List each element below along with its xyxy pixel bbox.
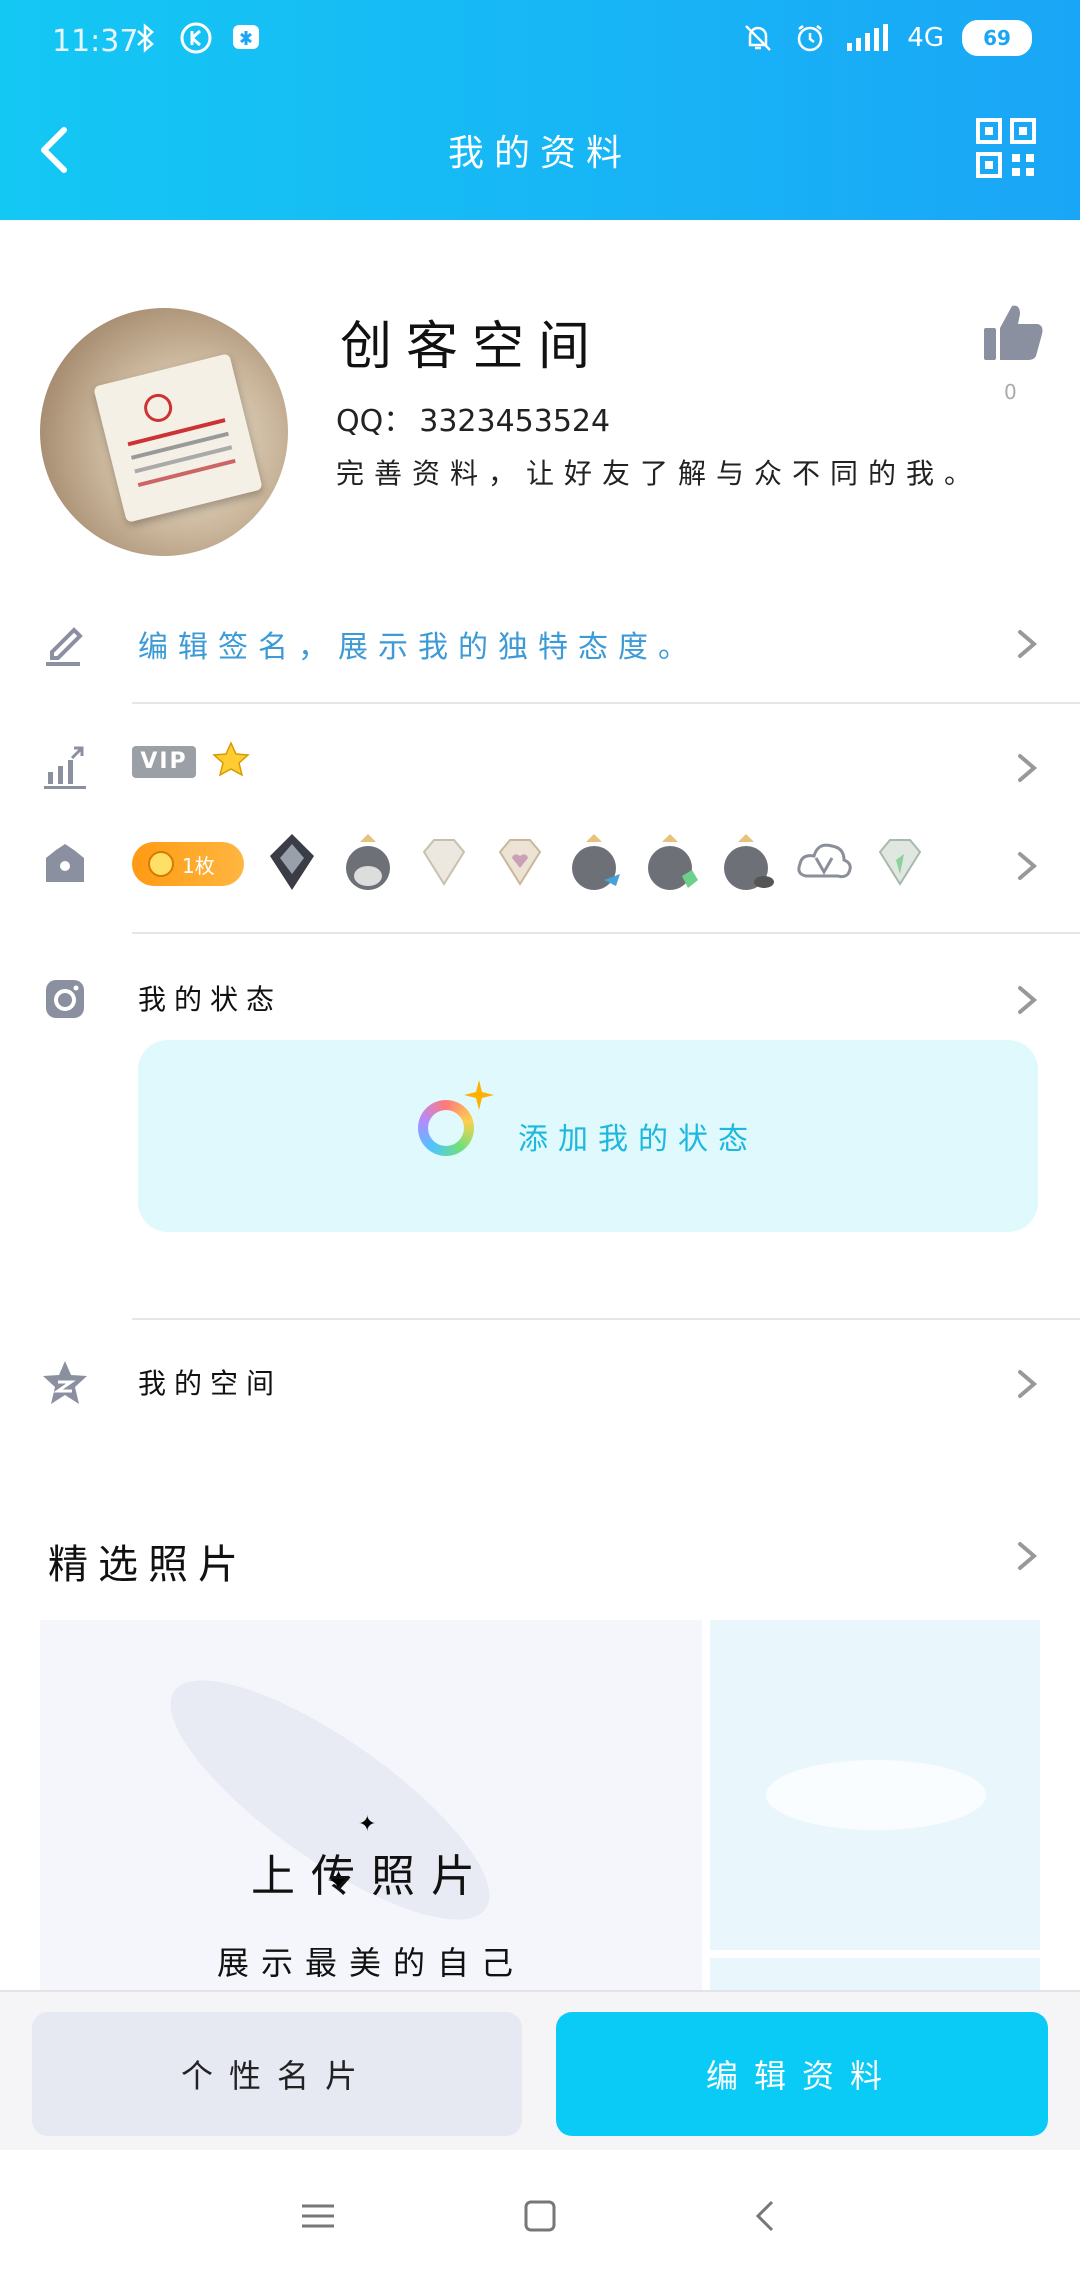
system-navigation-bar <box>0 2150 1080 2280</box>
chevron-right-icon <box>1018 852 1038 880</box>
notification-app-icon <box>228 20 264 56</box>
my-space-label: 我的空间 <box>138 1367 283 1400</box>
dark-crystal-badge-icon <box>270 834 314 890</box>
bluetooth-icon <box>128 20 164 56</box>
penguin-badge-icon <box>346 834 390 890</box>
upload-photo-subtitle: 展示最美的自己 <box>216 1944 525 1982</box>
qq-number-row: QQ： 3323453524 <box>330 396 610 440</box>
page-title: 我的资料 <box>447 133 632 174</box>
signature-text: 编辑签名，展示我的独特态度。 <box>138 630 698 665</box>
diamond-badge-icon <box>422 839 466 886</box>
battery-indicator: 69 <box>962 20 1032 56</box>
green-diamond-badge-icon <box>878 839 922 886</box>
qzone-star-icon <box>43 1361 87 1404</box>
chevron-right-icon <box>1018 630 1038 658</box>
feather-decoration <box>139 1641 521 1959</box>
medal-count: 1枚 <box>182 853 215 878</box>
medals-row[interactable]: 1枚 <box>0 822 1080 902</box>
penguin-gem-badge-icon <box>648 834 698 890</box>
mute-bell-icon <box>745 25 772 51</box>
home-icon[interactable] <box>518 2194 562 2238</box>
cloud-v-badge-icon <box>797 843 852 879</box>
qq-number: 3323453524 <box>419 404 611 439</box>
upload-photo-area[interactable]: ✦ ✦ ✦ ✦ 上传照片 展示最美的自己 <box>40 1620 702 2000</box>
upload-photo-title: 上传照片 <box>251 1851 491 1902</box>
add-status-label: 添加我的状态 <box>518 1122 758 1157</box>
sparkle-icon: ✦ <box>358 1812 377 1837</box>
avatar-photo <box>93 353 263 523</box>
badge-list <box>262 830 930 894</box>
profile-intro: 完善资料，让好友了解与众不同的我。 <box>336 457 983 490</box>
crown-icon <box>46 844 84 882</box>
pencil-icon <box>46 627 83 666</box>
menu-icon[interactable] <box>296 2194 340 2238</box>
my-space-row[interactable]: 我的空间 <box>0 1340 1080 1420</box>
growth-chart-icon <box>44 746 86 789</box>
featured-photos-title: 精选照片 <box>48 1542 248 1588</box>
avatar[interactable] <box>40 308 288 556</box>
network-type: 4G <box>907 23 944 53</box>
divider <box>132 702 1080 704</box>
photo-placeholder[interactable] <box>710 1620 1040 1950</box>
thumbs-up-icon[interactable] <box>980 300 1048 368</box>
divider <box>132 1318 1080 1320</box>
profile-card-button[interactable]: 个性名片 <box>32 2012 522 2136</box>
chevron-right-icon[interactable] <box>1012 1536 1042 1576</box>
my-status-row[interactable]: 我的状态 <box>0 956 1080 1036</box>
nickname: 创客空间 <box>340 317 605 377</box>
qq-label: QQ： <box>336 404 414 439</box>
bottom-action-bar: 个性名片 编辑资料 <box>0 1990 1080 2152</box>
k-app-icon <box>178 20 214 56</box>
divider <box>132 932 1080 934</box>
medal-coin-icon <box>148 851 174 877</box>
header: 11:37 4G 69 我的资料 <box>0 0 1080 220</box>
signal-icon <box>847 24 889 51</box>
penguin-whale-badge-icon <box>724 834 774 890</box>
vip-tag: VIP <box>132 746 196 778</box>
status-bar: 11:37 4G 69 <box>0 0 1080 88</box>
edit-profile-button[interactable]: 编辑资料 <box>556 2012 1048 2136</box>
status-time: 11:37 <box>52 24 139 59</box>
like-count: 0 <box>1004 380 1017 404</box>
penguin-fish-badge-icon <box>572 834 620 890</box>
chevron-right-icon <box>1018 1370 1038 1398</box>
chevron-right-icon <box>1018 754 1038 782</box>
star-icon <box>212 741 250 777</box>
status-right: 4G 69 <box>741 20 1032 56</box>
signature-row[interactable]: 编辑签名，展示我的独特态度。 <box>0 600 1080 680</box>
fish-decoration <box>766 1760 986 1830</box>
chevron-right-icon <box>1018 986 1038 1014</box>
heart-diamond-badge-icon <box>498 839 542 886</box>
camera-icon <box>46 980 84 1018</box>
my-status-label: 我的状态 <box>138 983 283 1016</box>
vip-row[interactable]: VIP <box>0 724 1080 804</box>
qr-code-icon[interactable] <box>976 118 1036 178</box>
alarm-icon <box>798 25 823 52</box>
back-icon[interactable] <box>744 2194 788 2238</box>
medal-count-tag: 1枚 <box>132 842 244 886</box>
status-left-icons <box>128 20 264 56</box>
add-status-card[interactable]: 添加我的状态 <box>138 1040 1038 1232</box>
sparkle-icon <box>464 1080 494 1110</box>
